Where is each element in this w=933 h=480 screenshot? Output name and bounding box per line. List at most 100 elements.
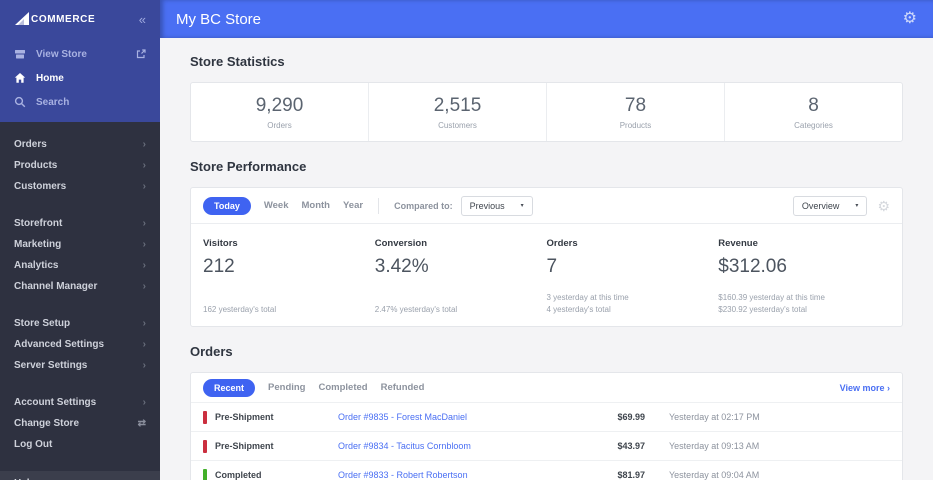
performance-toolbar-right: Overview ▾ ⚙ <box>792 195 890 216</box>
performance-settings-gear-icon[interactable]: ⚙ <box>877 199 890 213</box>
sidebar-item-store-setup[interactable]: Store Setup › <box>0 313 160 334</box>
order-title-link[interactable]: Order #9835 - Forest MacDaniel <box>338 412 575 422</box>
metric-label: Orders <box>546 238 578 249</box>
sidebar-item-storefront[interactable]: Storefront › <box>0 213 160 234</box>
dashboard-content: Store Statistics 9,290 Orders 2,515 Cust… <box>160 38 933 480</box>
home-icon <box>14 73 26 83</box>
search-label: Search <box>36 96 70 108</box>
external-link-icon <box>136 49 146 59</box>
tab-year[interactable]: Year <box>343 200 363 211</box>
metric-subtext <box>203 292 365 304</box>
stat-label: Categories <box>794 120 833 130</box>
nav-label: Customers <box>14 181 67 192</box>
bigcommerce-logo: COMMERCE <box>14 12 95 26</box>
metric-value: 3.42% <box>374 256 429 277</box>
bigcommerce-sail-icon <box>15 12 29 25</box>
order-amount: $43.97 <box>617 441 645 451</box>
order-amount: $81.97 <box>617 470 645 480</box>
main-area: My BC Store ⚙ Store Statistics 9,290 Ord… <box>160 0 933 480</box>
page-title: My BC Store <box>176 10 262 28</box>
sidebar-item-view-store[interactable]: View Store <box>0 42 160 66</box>
order-status-label: Pre-Shipment <box>215 412 274 422</box>
sidebar-item-customers[interactable]: Customers › <box>0 176 160 197</box>
tab-month[interactable]: Month <box>302 200 331 211</box>
metric-orders: Orders 7 3 yesterday at this time 4 yest… <box>547 238 719 316</box>
view-store-label: View Store <box>36 48 87 60</box>
help-panel[interactable]: Help Support Pin: 888888 ▴ <box>0 471 160 480</box>
tab-week[interactable]: Week <box>264 200 289 211</box>
metric-label: Revenue <box>718 238 758 249</box>
store-performance-heading: Store Performance <box>190 159 307 174</box>
sidebar-item-home[interactable]: Home <box>0 66 160 90</box>
order-status-cell: Completed <box>203 468 338 480</box>
caret-down-icon: ▾ <box>520 203 524 209</box>
sidebar-item-search[interactable]: Search <box>0 90 160 114</box>
nav-label: Account Settings <box>14 397 97 408</box>
sidebar-item-log-out[interactable]: Log Out <box>0 434 160 455</box>
sidebar-item-orders[interactable]: Orders › <box>0 134 160 155</box>
sidebar-item-advanced-settings[interactable]: Advanced Settings › <box>0 334 160 355</box>
nav-label: Store Setup <box>14 318 71 329</box>
settings-gear-icon[interactable]: ⚙ <box>903 11 917 27</box>
stat-categories: 8 Categories <box>725 83 902 141</box>
metric-subtext: 4 yesterday's total <box>546 305 611 314</box>
orders-toolbar: Recent Pending Completed Refunded View m… <box>191 373 902 402</box>
app-window: COMMERCE « View Store Home Search Orders… <box>0 0 933 480</box>
overview-select-value: Overview <box>801 200 840 211</box>
metric-subtext: $230.92 yesterday's total <box>718 305 807 314</box>
sidebar-nav: Orders › Products › Customers › Storefro… <box>0 122 160 471</box>
nav-label: Products <box>14 160 58 171</box>
nav-label: Server Settings <box>14 360 88 371</box>
tab-refunded[interactable]: Refunded <box>381 382 425 393</box>
performance-toolbar: Today Week Month Year Compared to: Previ… <box>191 188 902 224</box>
tab-today[interactable]: Today <box>203 196 251 215</box>
top-header-bar: My BC Store ⚙ <box>160 0 933 38</box>
nav-label: Change Store <box>14 418 80 429</box>
status-color-bar <box>203 410 207 424</box>
swap-icon: ⇄ <box>137 417 146 429</box>
compared-to-label: Compared to: <box>394 200 453 211</box>
view-more-link[interactable]: View more › <box>840 383 890 393</box>
order-row[interactable]: Pre-Shipment Order #9835 - Forest MacDan… <box>191 402 902 431</box>
tab-pending[interactable]: Pending <box>268 382 305 393</box>
stat-value: 8 <box>808 94 819 116</box>
order-row[interactable]: Completed Order #9833 - Robert Robertson… <box>191 460 902 480</box>
metric-subtext: 2.47% yesterday's total <box>374 305 458 314</box>
order-title-link[interactable]: Order #9833 - Robert Robertson <box>338 470 575 480</box>
order-row[interactable]: Pre-Shipment Order #9834 - Tacitus Cornb… <box>191 431 902 460</box>
sidebar-item-channel-manager[interactable]: Channel Manager › <box>0 276 160 297</box>
storefront-icon <box>15 50 25 59</box>
chevron-right-icon: › <box>887 382 890 393</box>
collapse-sidebar-icon[interactable]: « <box>139 13 146 26</box>
order-title-link[interactable]: Order #9834 - Tacitus Cornbloom <box>338 441 575 451</box>
stat-value: 2,515 <box>433 94 482 116</box>
stat-customers: 2,515 Customers <box>369 83 547 141</box>
nav-label: Orders <box>14 139 47 150</box>
vertical-divider <box>378 197 380 214</box>
nav-label: Analytics <box>14 260 59 271</box>
order-amount: $69.99 <box>617 412 645 422</box>
sidebar-item-analytics[interactable]: Analytics › <box>0 255 160 276</box>
overview-select[interactable]: Overview ▾ <box>792 195 868 216</box>
tab-recent[interactable]: Recent <box>203 378 256 397</box>
home-label: Home <box>36 72 64 84</box>
sidebar-item-account-settings[interactable]: Account Settings › <box>0 392 160 413</box>
nav-label: Marketing <box>14 239 62 250</box>
compare-select[interactable]: Previous ▾ <box>460 195 533 216</box>
nav-label: Channel Manager <box>14 281 98 292</box>
orders-heading: Orders <box>190 344 233 359</box>
nav-group-account: Account Settings › Change Store ⇄ Log Ou… <box>0 392 160 455</box>
order-timestamp: Yesterday at 09:04 AM <box>669 470 760 480</box>
chevron-right-icon: › <box>142 280 146 292</box>
logo-row: COMMERCE « <box>0 0 160 42</box>
nav-label: Advanced Settings <box>14 339 105 350</box>
tab-completed[interactable]: Completed <box>319 382 368 393</box>
metric-label: Conversion <box>374 238 428 249</box>
sidebar-item-products[interactable]: Products › <box>0 155 160 176</box>
sidebar-item-marketing[interactable]: Marketing › <box>0 234 160 255</box>
sidebar-item-change-store[interactable]: Change Store ⇄ <box>0 413 160 434</box>
sidebar-item-server-settings[interactable]: Server Settings › <box>0 355 160 376</box>
metric-subtext: 162 yesterday's total <box>203 305 277 314</box>
nav-group-marketing: Storefront › Marketing › Analytics › Cha… <box>0 213 160 297</box>
chevron-right-icon: › <box>142 317 146 329</box>
